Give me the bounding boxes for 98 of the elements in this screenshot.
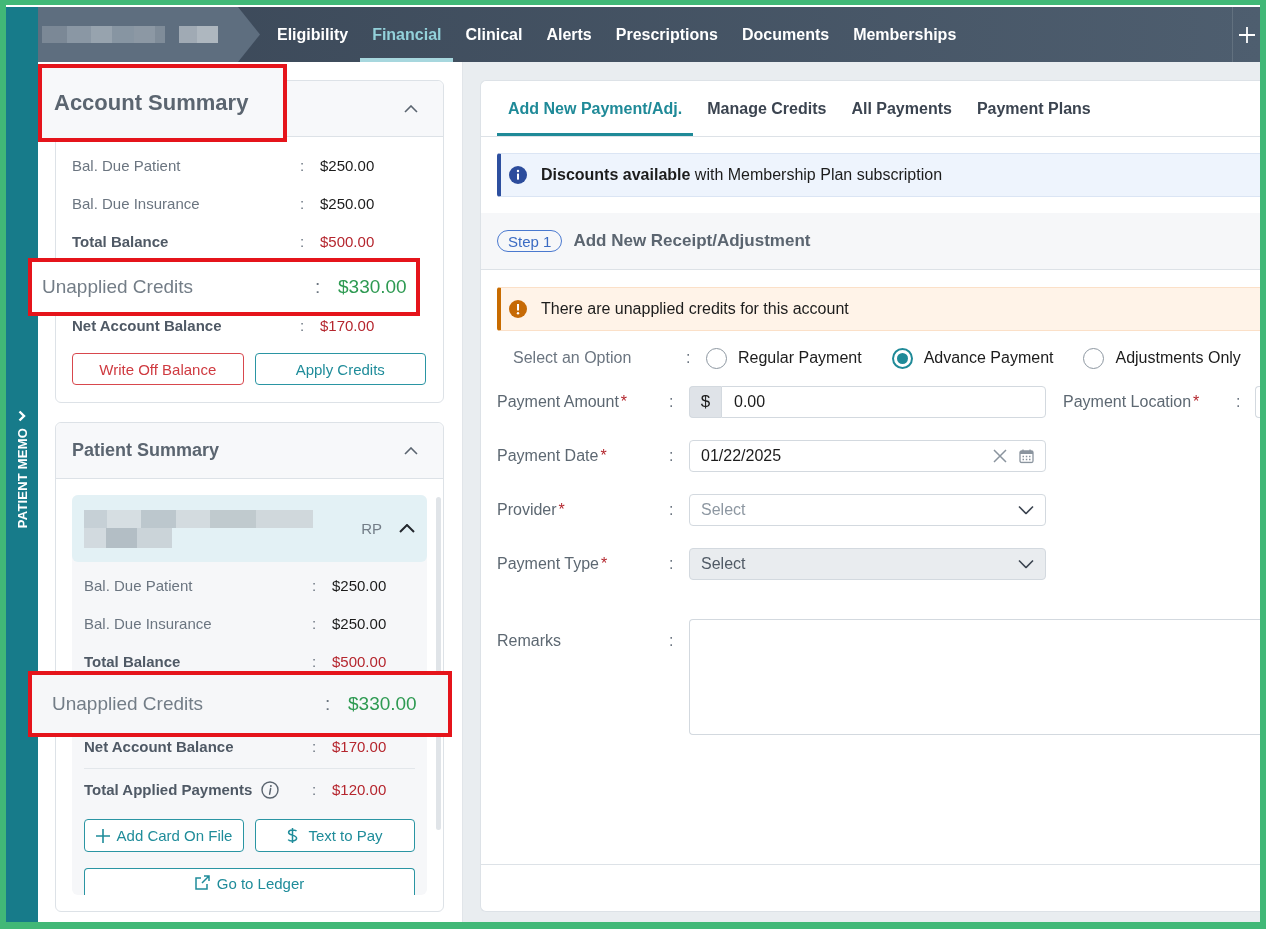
info-icon xyxy=(509,166,527,184)
row-label: Net Account Balance xyxy=(84,737,234,755)
row-label: Bal. Due Patient xyxy=(72,156,181,174)
amount-value: $250.00 xyxy=(332,614,388,632)
row-label: Total Balance xyxy=(84,652,181,670)
chevron-down-icon xyxy=(1018,505,1034,515)
label-colon: : xyxy=(669,501,675,519)
amount-value: $500.00 xyxy=(332,652,388,670)
label-colon: : xyxy=(312,576,318,594)
field-label: Payment Type* xyxy=(497,555,609,573)
label-colon: : xyxy=(669,393,675,411)
patient-header[interactable]: RP xyxy=(72,495,427,562)
label-colon: : xyxy=(669,631,675,650)
external-link-icon xyxy=(194,875,210,890)
amount-value: $500.00 xyxy=(320,232,376,250)
chevron-right-icon xyxy=(18,410,26,422)
dollar-icon xyxy=(287,827,299,844)
banner-text: There are unapplied credits for this account xyxy=(541,300,849,318)
amount-value: $330.00 xyxy=(348,693,418,715)
label-colon: : xyxy=(300,194,306,212)
plus-icon xyxy=(95,828,110,843)
panel-tab[interactable]: Payment Plans xyxy=(965,81,1102,136)
chevron-up-icon[interactable] xyxy=(404,104,418,113)
row-label: Unapplied Credits xyxy=(42,276,194,298)
field-label: Payment Location* xyxy=(1063,393,1201,411)
field-label: Payment Date* xyxy=(497,447,608,465)
nav-tab[interactable]: Alerts xyxy=(534,7,604,62)
relationship-tag: RP xyxy=(361,520,382,537)
radio-label[interactable]: Regular Payment xyxy=(738,349,862,367)
field-label: Payment Amount* xyxy=(497,393,629,411)
field-label: Select an Option xyxy=(513,349,633,367)
scrollbar-thumb[interactable] xyxy=(436,497,441,830)
radio-button[interactable] xyxy=(891,347,913,369)
location-field[interactable] xyxy=(1255,386,1260,418)
field-label: Remarks xyxy=(497,631,562,650)
chevron-down-icon xyxy=(1018,559,1034,569)
info-icon[interactable] xyxy=(261,780,280,799)
nav-tab[interactable]: Documents xyxy=(730,7,842,62)
card-title: Account Summary xyxy=(38,64,287,142)
label-colon: : xyxy=(315,276,322,298)
ledger-button[interactable]: Go to Ledger xyxy=(84,868,415,895)
amount-value: $170.00 xyxy=(320,316,376,334)
clear-icon[interactable] xyxy=(993,449,1007,463)
label-colon: : xyxy=(1236,393,1242,411)
amount-input[interactable]: 0.00 xyxy=(721,386,1046,418)
card-title: Patient Summary xyxy=(72,440,220,461)
select-input[interactable]: Select xyxy=(689,494,1046,526)
apply-credits-button[interactable]: Apply Credits xyxy=(254,353,426,385)
plus-icon xyxy=(1238,26,1255,43)
label-colon: : xyxy=(300,316,306,334)
field-label: Provider* xyxy=(497,501,566,519)
nav-tab[interactable]: Prescriptions xyxy=(603,7,730,62)
label-colon: : xyxy=(669,555,675,573)
row-label: Total Balance xyxy=(72,232,169,250)
label-colon: : xyxy=(312,737,318,755)
panel-tab[interactable]: All Payments xyxy=(840,81,963,136)
label-colon: : xyxy=(300,156,306,174)
label-colon: : xyxy=(312,781,318,798)
remarks-field[interactable] xyxy=(689,619,1260,735)
chevron-up-icon[interactable] xyxy=(399,524,415,533)
row-label: Bal. Due Insurance xyxy=(72,194,200,212)
date-input[interactable]: 01/22/2025 xyxy=(689,440,1046,472)
row-label: Unapplied Credits xyxy=(52,693,204,715)
warning-icon xyxy=(509,300,527,318)
label-colon: : xyxy=(312,614,318,632)
label-colon: : xyxy=(325,693,332,715)
row-label: Bal. Due Insurance xyxy=(84,614,212,632)
amount-value: $250.00 xyxy=(320,156,376,174)
banner-text: Discounts available with Membership Plan subscription xyxy=(541,166,943,184)
step-title: Add New Receipt/Adjustment xyxy=(573,231,811,251)
amount-value: $250.00 xyxy=(332,576,388,594)
radio-label[interactable]: Advance Payment xyxy=(923,349,1054,367)
nav-tab[interactable]: Memberships xyxy=(841,7,969,62)
amount-value: $250.00 xyxy=(320,194,376,212)
currency-prefix: $ xyxy=(689,386,721,418)
write-off-button[interactable]: Write Off Balance xyxy=(72,353,244,385)
calendar-icon[interactable] xyxy=(1019,448,1034,464)
label-colon: : xyxy=(300,232,306,250)
patient-memo-button[interactable]: PATIENT MEMO xyxy=(15,410,29,529)
amount-value: $170.00 xyxy=(332,737,388,755)
panel-tab[interactable]: Manage Credits xyxy=(696,81,838,136)
radio-label[interactable]: Adjustments Only xyxy=(1115,349,1241,367)
text-to-pay-button[interactable]: Text to Pay xyxy=(255,819,415,852)
chevron-up-icon[interactable] xyxy=(404,446,418,455)
label-colon: : xyxy=(686,349,692,367)
radio-button[interactable] xyxy=(706,347,727,369)
amount-value: $120.00 xyxy=(332,781,388,798)
amount-value: $330.00 xyxy=(338,276,408,298)
label-colon: : xyxy=(669,447,675,465)
row-label: Net Account Balance xyxy=(72,316,222,334)
nav-tab[interactable]: Clinical xyxy=(453,7,535,62)
row-label: Bal. Due Patient xyxy=(84,576,193,594)
panel-tab[interactable]: Add New Payment/Adj. xyxy=(497,81,694,136)
add-card-button[interactable]: Add Card On File xyxy=(84,819,244,852)
label-colon: : xyxy=(312,652,318,670)
nav-tab[interactable]: Eligibility xyxy=(265,7,361,62)
radio-button[interactable] xyxy=(1083,347,1105,369)
row-label: Total Applied Payments xyxy=(84,781,253,798)
